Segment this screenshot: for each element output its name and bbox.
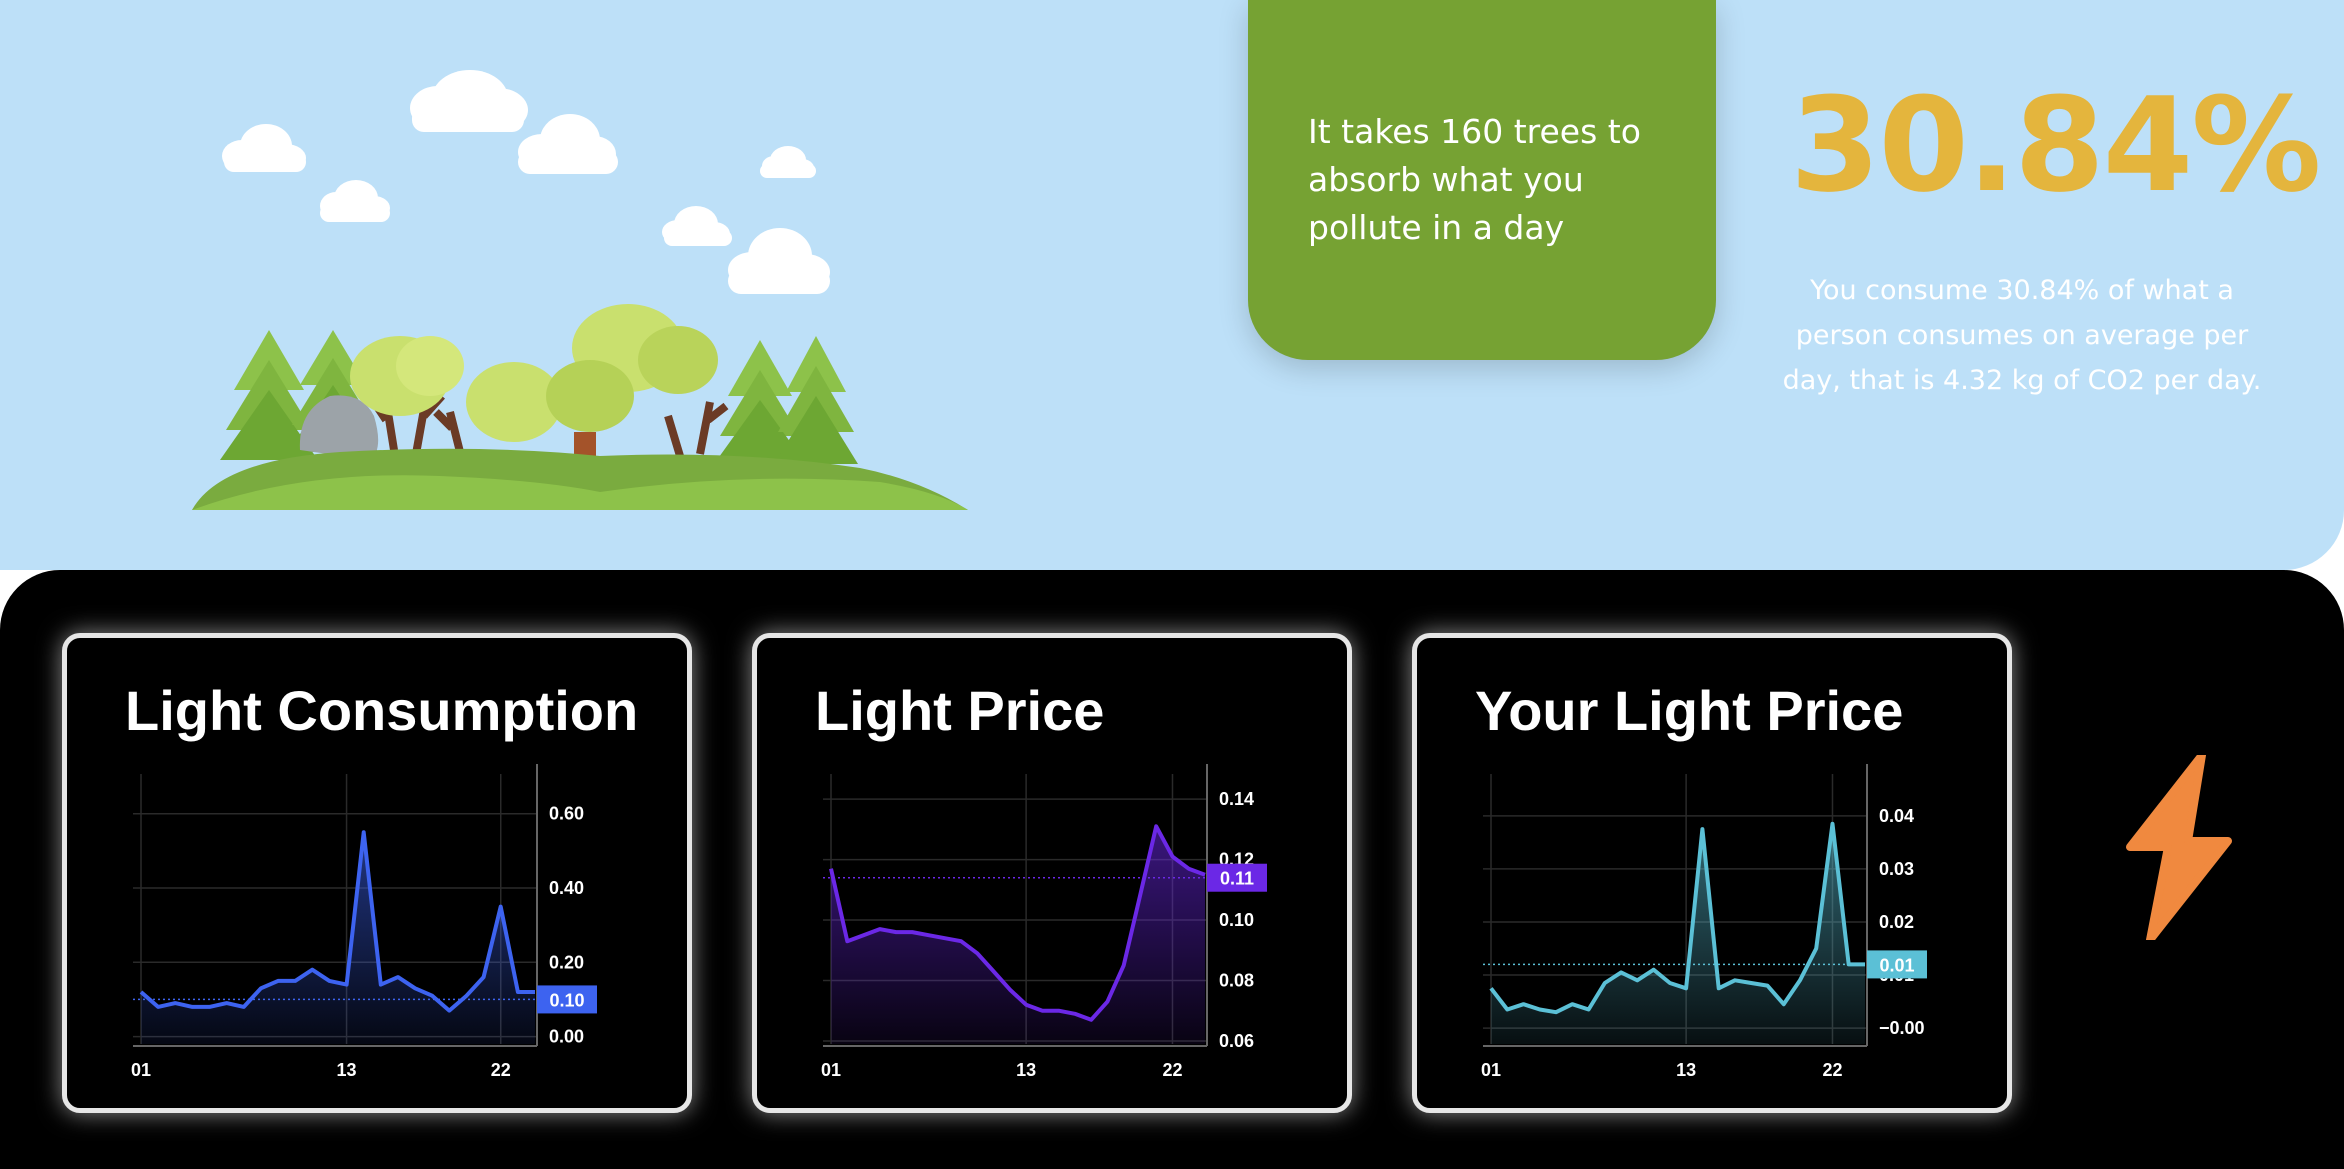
y-tick-label: 0.04 xyxy=(1879,806,1914,826)
series-area xyxy=(141,832,535,1044)
trees-info-card: It takes 160 trees to absorb what you po… xyxy=(1248,0,1716,360)
trees-info-text: It takes 160 trees to absorb what you po… xyxy=(1308,112,1641,247)
x-tick-label: 22 xyxy=(491,1060,511,1080)
light-consumption-chart[interactable]: 0.00 0.20 0.40 0.60 01 13 22 0.10 xyxy=(67,638,687,1108)
current-value-label: 0.01 xyxy=(1879,955,1914,975)
your-light-price-card: Your Light Price −0.000.010.020.030.0401… xyxy=(1412,633,2012,1113)
light-price-chart[interactable]: 0.060.080.100.120.1401 13 220.11 xyxy=(757,638,1347,1108)
x-tick-label: 22 xyxy=(1162,1060,1182,1080)
y-tick-label: 0.00 xyxy=(549,1027,584,1047)
light-consumption-card: Light Consumption 0.00 0.20 0.40 0.60 01 13 22… xyxy=(62,633,692,1113)
lightning-bolt-icon xyxy=(2126,755,2232,940)
cloud-icon xyxy=(728,228,830,294)
x-tick-label: 13 xyxy=(1016,1060,1036,1080)
consumption-description: You consume 30.84% of what a person cons… xyxy=(1782,275,2262,396)
x-tick-label: 01 xyxy=(131,1060,151,1080)
round-tree-icon xyxy=(350,336,464,416)
consumption-percent: 30.84% xyxy=(1790,69,2321,221)
y-tick-label: 0.08 xyxy=(1219,971,1254,991)
cloud-icon xyxy=(410,70,528,132)
cloud-icon xyxy=(222,124,306,172)
y-tick-label: 0.14 xyxy=(1219,789,1254,809)
light-price-card: Light Price 0.06 0.08 0.10 0.12 0.14 01 13 22 0.… xyxy=(752,633,1352,1113)
y-tick-label: 0.06 xyxy=(1219,1031,1254,1051)
pine-tree-icon xyxy=(774,336,858,464)
your-light-price-chart[interactable]: −0.000.010.020.030.040113220.01 xyxy=(1417,638,2007,1108)
hero-panel: It takes 160 trees to absorb what you po… xyxy=(0,0,2344,570)
round-tree-icon xyxy=(546,360,634,432)
forest-illustration xyxy=(192,70,968,510)
cloud-icon xyxy=(760,146,816,178)
y-tick-label: −0.00 xyxy=(1879,1018,1925,1038)
x-tick-label: 01 xyxy=(1481,1060,1501,1080)
series-line xyxy=(139,830,535,1013)
cloud-icon xyxy=(662,206,732,246)
y-tick-label: 0.10 xyxy=(1219,910,1254,930)
y-tick-label: 0.40 xyxy=(549,878,584,898)
y-tick-label: 0.60 xyxy=(549,804,584,824)
x-tick-label: 22 xyxy=(1822,1060,1842,1080)
x-tick-label: 13 xyxy=(1676,1060,1696,1080)
x-tick-label: 01 xyxy=(821,1060,841,1080)
y-tick-label: 0.03 xyxy=(1879,859,1914,879)
current-value-label: 0.11 xyxy=(1220,869,1254,889)
y-tick-label: 0.02 xyxy=(1879,912,1914,932)
current-value-label: 0.10 xyxy=(549,990,584,1010)
cloud-icon xyxy=(320,180,390,222)
x-tick-label: 13 xyxy=(337,1060,357,1080)
y-tick-label: 0.20 xyxy=(549,952,584,972)
cloud-icon xyxy=(518,114,618,174)
